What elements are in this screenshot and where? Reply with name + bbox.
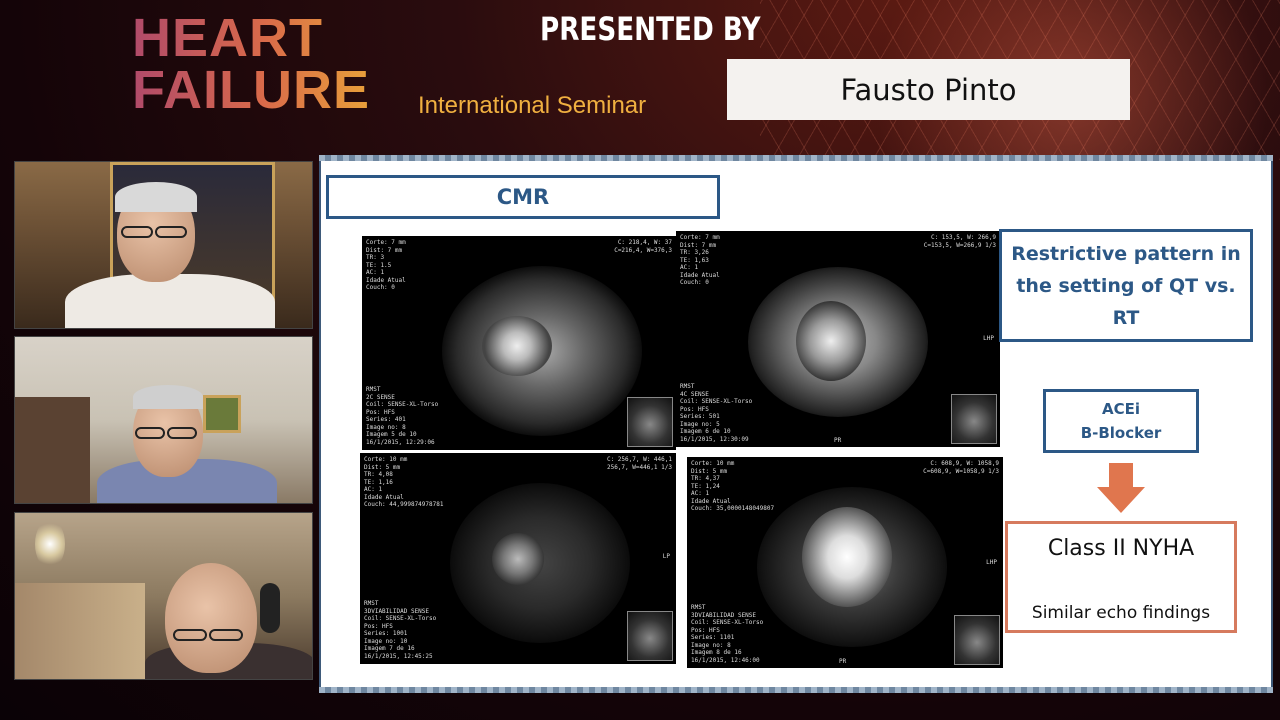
presented-by-label: PRESENTED BY (540, 10, 761, 48)
mri-meta-text: Corte: 7 mm Dist: 7 mm TR: 3,26 TE: 1,63… (680, 234, 720, 286)
mri-meta-top-left: Corte: 7 mm Dist: 7 mm TR: 3 TE: 1.5 AC:… (366, 239, 406, 292)
echo-findings-note: Similar echo findings (1031, 603, 1211, 623)
mri-thumbnail (951, 394, 997, 444)
participant-hair (115, 182, 197, 212)
participant-head (165, 563, 257, 673)
mri-image-4c: Corte: 7 mm Dist: 7 mm TR: 3,26 TE: 1,63… (676, 231, 1000, 447)
restrictive-pattern-box: Restrictive pattern in the setting of QT… (999, 229, 1253, 342)
mri-image-viability-2: Corte: 10 mm Dist: 5 mm TR: 4,37 TE: 1,2… (687, 457, 1003, 668)
mri-meta-top-right: C: 218,4, W: 37 C=216,4, W=376,3 (614, 239, 672, 254)
mri-meta-text: RMST 3DVIABILIDAD SENSE Coil: SENSE-XL-T… (691, 604, 764, 664)
mri-side-label: LP (662, 553, 670, 560)
mri-meta-text: Corte: 7 mm Dist: 7 mm TR: 3 TE: 1.5 AC:… (366, 239, 406, 291)
mri-meta-top-left: Corte: 10 mm Dist: 5 mm TR: 4,37 TE: 1,2… (691, 460, 774, 513)
mri-meta-text: C: 218,4, W: 37 C=216,4, W=376,3 (614, 239, 672, 254)
medication-list: ACEi B-Blocker (1081, 397, 1162, 445)
mri-meta-bottom-left: RMST 4C SENSE Coil: SENSE-XL-Torso Pos: … (680, 383, 752, 443)
glasses (209, 629, 243, 641)
glasses (135, 427, 165, 439)
down-arrow-icon (1097, 463, 1145, 513)
slide-title-box: CMR (326, 175, 720, 219)
slide-bottom-stripe (319, 687, 1273, 693)
mri-meta-top-right: C: 608,9, W: 1058,9 C=608,9, W=1058,9 1/… (923, 460, 999, 475)
medication-acei: ACEi (1101, 400, 1140, 418)
logo-line-1: HEART (132, 8, 323, 68)
headphones (260, 583, 280, 633)
medication-beta-blocker: B-Blocker (1080, 424, 1162, 442)
mri-ventricle (482, 316, 552, 376)
mri-thumbnail (627, 397, 673, 447)
nyha-class-box: Class II NYHA Similar echo findings (1005, 521, 1237, 633)
mri-meta-bottom-left: RMST 3DVIABILIDAD SENSE Coil: SENSE-XL-T… (364, 600, 436, 660)
participant-body (65, 274, 275, 328)
slide-top-stripe (319, 155, 1273, 161)
mri-meta-text: Corte: 10 mm Dist: 5 mm TR: 4,08 TE: 1,1… (364, 456, 444, 508)
mri-meta-bottom-left: RMST 3DVIABILIDAD SENSE Coil: SENSE-XL-T… (691, 604, 763, 664)
mri-meta-text: RMST 4C SENSE Coil: SENSE-XL-Torso Pos: … (680, 383, 753, 443)
mri-side-label: LHP (986, 559, 997, 566)
mri-thumbnail (627, 611, 673, 661)
mri-bottom-label: PR (834, 437, 842, 444)
mri-meta-text: C: 256,7, W: 446,1 256,7, W=446,1 1/3 (606, 456, 672, 471)
seminar-subtitle: International Seminar (418, 92, 647, 119)
presenter-name: Fausto Pinto (840, 72, 1017, 107)
curtains (15, 583, 145, 679)
mri-image-2c: Corte: 7 mm Dist: 7 mm TR: 3 TE: 1.5 AC:… (362, 236, 676, 450)
slide-title: CMR (496, 185, 550, 209)
mri-ventricle (492, 533, 544, 585)
doorway (15, 397, 90, 503)
glasses (155, 226, 187, 238)
mri-meta-text: RMST 2C SENSE Coil: SENSE-XL-Torso Pos: … (366, 386, 439, 446)
event-logo: HEART FAILURE (132, 12, 370, 116)
chandelier (35, 519, 65, 569)
mri-meta-text: Corte: 10 mm Dist: 5 mm TR: 4,37 TE: 1,2… (691, 460, 775, 512)
mri-meta-bottom-left: RMST 2C SENSE Coil: SENSE-XL-Torso Pos: … (366, 386, 438, 446)
mri-side-label: LHP (983, 335, 994, 342)
mri-meta-text: RMST 3DVIABILIDAD SENSE Coil: SENSE-XL-T… (364, 600, 437, 660)
mri-image-viability-1: Corte: 10 mm Dist: 5 mm TR: 4,08 TE: 1,1… (360, 453, 676, 664)
nyha-class-title: Class II NYHA (1047, 536, 1195, 561)
participant-video-1[interactable] (14, 161, 313, 329)
mri-bottom-label: PR (839, 658, 847, 665)
participant-video-3[interactable] (14, 512, 313, 680)
glasses (173, 629, 207, 641)
mri-meta-top-right: C: 153,5, W: 266,9 C=153,5, W=266,9 1/3 (924, 234, 996, 249)
restrictive-pattern-text: Restrictive pattern in the setting of QT… (1011, 242, 1241, 329)
mri-ventricle (796, 301, 866, 381)
glasses (121, 226, 153, 238)
wall-picture (203, 395, 241, 433)
mri-meta-top-left: Corte: 7 mm Dist: 7 mm TR: 3,26 TE: 1,63… (680, 234, 720, 287)
glasses (167, 427, 197, 439)
participant-video-2[interactable] (14, 336, 313, 504)
presenter-name-box: Fausto Pinto (727, 59, 1130, 120)
logo-line-2: FAILURE (132, 60, 371, 120)
mri-thumbnail (954, 615, 1000, 665)
mri-meta-text: C: 608,9, W: 1058,9 C=608,9, W=1058,9 1/… (923, 460, 999, 475)
mri-meta-top-left: Corte: 10 mm Dist: 5 mm TR: 4,08 TE: 1,1… (364, 456, 443, 509)
medication-box: ACEi B-Blocker (1043, 389, 1199, 453)
participant-hair (133, 385, 203, 409)
mri-meta-top-right: C: 256,7, W: 446,1 256,7, W=446,1 1/3 (607, 456, 672, 471)
mri-meta-text: C: 153,5, W: 266,9 C=153,5, W=266,9 1/3 (923, 234, 996, 249)
mri-ventricle (802, 507, 892, 607)
